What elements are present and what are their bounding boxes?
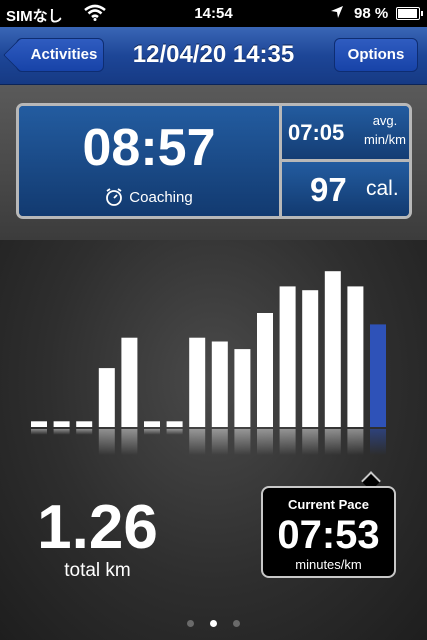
pace-bar (257, 313, 273, 427)
avg-pace-tile[interactable]: 07:05 avg. min/km (282, 106, 409, 162)
page-dot[interactable] (210, 620, 217, 627)
bar-reflection (144, 429, 160, 435)
pace-bar (279, 286, 296, 427)
location-arrow-icon (330, 5, 344, 23)
avg-pace-unit: avg. min/km (361, 111, 409, 149)
status-bar: SIMなし 14:54 98 % (0, 0, 427, 27)
total-distance-value: 1.26 (37, 493, 158, 562)
bar-reflection (76, 429, 93, 435)
pace-bar (98, 368, 115, 427)
bar-reflection (234, 429, 251, 455)
pace-bar (166, 421, 183, 427)
page-dot[interactable] (187, 620, 194, 627)
pace-bar (121, 337, 138, 427)
current-pace-bar (370, 324, 386, 427)
bar-reflection (370, 429, 386, 455)
pace-bar (31, 421, 47, 427)
coaching-row: Coaching (19, 188, 279, 206)
calories-tile[interactable]: 97 cal. (282, 162, 409, 216)
bar-reflection (324, 429, 341, 455)
stopwatch-icon (106, 188, 123, 206)
bar-reflection (31, 429, 47, 435)
pace-bar (324, 271, 341, 427)
battery-icon (396, 7, 423, 20)
navigation-bar: Activities 12/04/20 14:35 Options (0, 27, 427, 85)
bar-reflection (211, 429, 228, 455)
summary-panel: 08:57 Coaching 07:05 avg. min/km 97 cal. (16, 103, 412, 219)
current-pace-bubble: Current Pace 07:53 minutes/km (261, 486, 396, 578)
min-per-km-label: min/km (364, 132, 406, 147)
bar-reflection (121, 429, 138, 455)
current-pace-value: 07:53 (277, 513, 380, 557)
bar-reflection (279, 429, 296, 455)
page-dot[interactable] (233, 620, 240, 627)
coaching-label: Coaching (129, 189, 193, 206)
bar-reflection (347, 429, 364, 455)
duration-tile[interactable]: 08:57 Coaching (19, 106, 282, 216)
pace-chart-area[interactable]: 1.26 total km Current Pace 07:53 minutes… (0, 240, 427, 640)
calories-unit: cal. (366, 177, 399, 200)
current-pace-title: Current Pace (288, 497, 369, 512)
current-pace-unit: minutes/km (295, 557, 362, 572)
avg-label: avg. (372, 113, 398, 128)
bar-reflection (189, 429, 206, 455)
bar-reflection (257, 429, 273, 455)
pace-bar (347, 286, 364, 427)
summary-area: 08:57 Coaching 07:05 avg. min/km 97 cal. (0, 85, 427, 240)
calories-value: 97 (310, 171, 347, 208)
page-indicator[interactable] (0, 614, 427, 632)
pace-bar (189, 337, 206, 427)
options-button[interactable]: Options (334, 38, 418, 72)
bar-reflection (53, 429, 70, 435)
pace-bar (144, 421, 160, 427)
duration-value: 08:57 (82, 119, 216, 177)
avg-pace-value: 07:05 (288, 120, 345, 145)
bar-reflection (302, 429, 319, 455)
bar-reflection (98, 429, 115, 455)
pace-bar (234, 349, 251, 427)
pace-bar (53, 421, 70, 427)
pace-bar (76, 421, 93, 427)
pace-bar (302, 290, 319, 427)
total-distance-label: total km (64, 560, 131, 581)
bar-reflection (166, 429, 183, 435)
pace-bar (211, 341, 228, 427)
battery-percent: 98 % (354, 5, 389, 22)
pace-bar-chart (31, 271, 386, 455)
